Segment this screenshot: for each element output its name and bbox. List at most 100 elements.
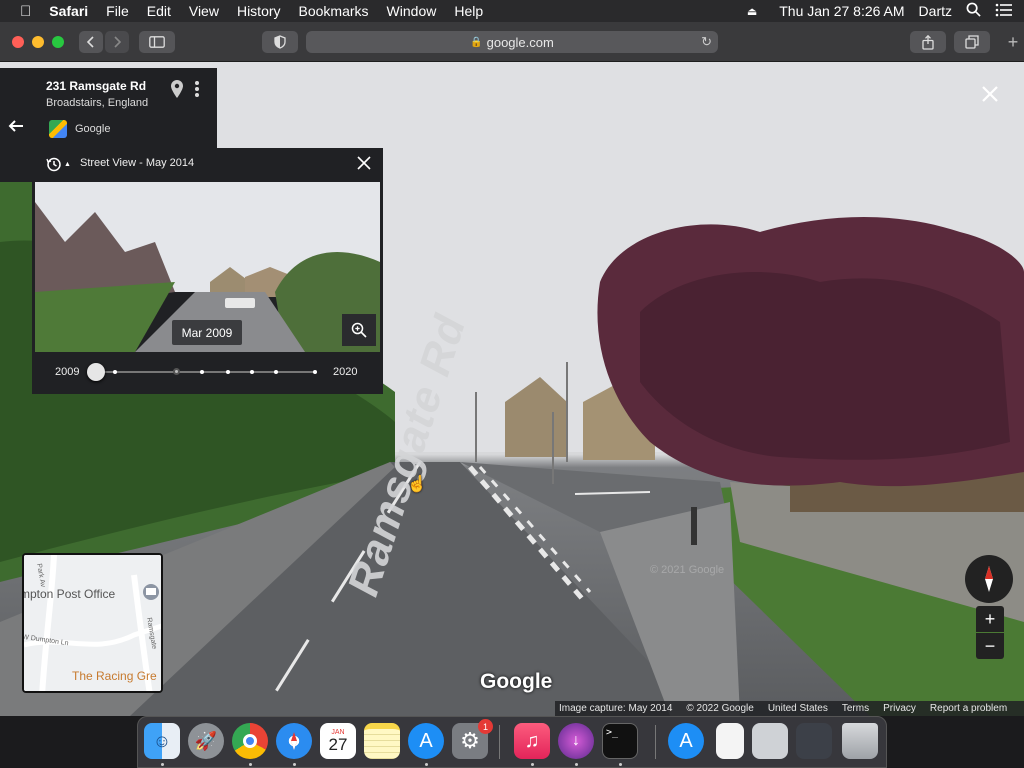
screenshot-stack-icon[interactable]: [752, 723, 788, 759]
google-watermark: Google: [480, 670, 553, 693]
slider-thumb[interactable]: [87, 363, 105, 381]
close-icon: [357, 156, 371, 170]
spotlight-search-icon[interactable]: [966, 2, 981, 20]
lock-icon: 🔒: [470, 36, 483, 48]
clock[interactable]: Thu Jan 27 8:26 AM: [779, 3, 904, 19]
notification-badge: 1: [478, 719, 493, 734]
address-text: google.com: [486, 34, 554, 50]
menu-view[interactable]: View: [189, 3, 219, 19]
copyright-text: © 2022 Google: [686, 703, 754, 714]
calendar-icon[interactable]: JAN 27: [320, 723, 356, 759]
menu-app-name[interactable]: Safari: [49, 3, 88, 19]
browser-toolbar: 🔒 google.com ↻ +: [0, 22, 1024, 62]
reload-icon[interactable]: ↻: [701, 34, 712, 50]
user-name[interactable]: Dartz: [919, 3, 952, 19]
more-options-button[interactable]: [195, 80, 205, 100]
running-indicator: [531, 763, 534, 766]
menu-file[interactable]: File: [106, 3, 129, 19]
street-view-timeline-panel: ▲ Street View - May 2014 Mar 2009 2009 2…: [32, 148, 383, 394]
sidebar-toggle-button[interactable]: [139, 31, 175, 53]
chrome-icon[interactable]: [232, 723, 268, 759]
close-timeline-button[interactable]: [356, 155, 374, 173]
minimap-label-racing-greyhound: The Racing Gre: [72, 669, 157, 683]
address-bar[interactable]: 🔒 google.com ↻: [306, 31, 718, 53]
slider-tick[interactable]: [173, 368, 180, 375]
menu-edit[interactable]: Edit: [147, 3, 171, 19]
hand-cursor-icon: ☝: [407, 476, 427, 493]
zoom-in-icon: [351, 322, 367, 338]
menu-window[interactable]: Window: [387, 3, 437, 19]
downloads-stack-icon[interactable]: [796, 723, 832, 759]
back-arrow-button[interactable]: [6, 116, 26, 136]
calendar-day: 27: [328, 734, 348, 754]
menu-bar:  Safari File Edit View History Bookmark…: [0, 0, 1024, 22]
google-maps-logo-icon: [49, 120, 67, 138]
forward-button[interactable]: [105, 31, 129, 53]
map-pin-button[interactable]: [171, 80, 187, 100]
place-info-card: 231 Ramsgate Rd Broadstairs, England Goo…: [32, 68, 217, 150]
app-store-icon[interactable]: A: [408, 723, 444, 759]
back-button[interactable]: [79, 31, 103, 53]
launchpad-icon[interactable]: 🚀: [188, 723, 224, 759]
menu-help[interactable]: Help: [454, 3, 483, 19]
running-indicator: [249, 763, 252, 766]
eject-icon[interactable]: ⏏: [747, 5, 757, 18]
place-subtitle: Broadstairs, England: [46, 97, 149, 109]
dock-divider: [499, 725, 500, 759]
slider-tick[interactable]: [113, 369, 117, 374]
trash-icon[interactable]: [842, 723, 878, 759]
image-capture-date: Image capture: May 2014: [559, 703, 673, 714]
zoom-in-button[interactable]: +: [976, 606, 1004, 632]
post-office-icon: [144, 583, 159, 598]
privacy-link[interactable]: Privacy: [883, 703, 916, 714]
minimap[interactable]: Park Av mpton Post Office Ramsgate W Dum…: [22, 553, 163, 693]
minimap-label-post-office: mpton Post Office: [22, 587, 116, 601]
preview-zoom-button[interactable]: [342, 314, 376, 346]
minimize-window-button[interactable]: [32, 36, 44, 48]
map-pin-icon: [171, 80, 183, 98]
close-icon: [982, 86, 998, 102]
preview-date-label: Mar 2009: [172, 320, 242, 345]
back-arrow-icon: [8, 120, 23, 132]
menu-history[interactable]: History: [237, 3, 281, 19]
safari-icon[interactable]: [276, 723, 312, 759]
terms-link[interactable]: Terms: [842, 703, 869, 714]
tab-overview-button[interactable]: [954, 31, 990, 53]
timeline-end-year: 2020: [333, 366, 358, 378]
place-title: 231 Ramsgate Rd: [46, 79, 147, 93]
terminal-icon[interactable]: >_: [602, 723, 638, 759]
history-toggle-button[interactable]: ▲: [46, 156, 71, 172]
app-store-folder-icon[interactable]: A: [668, 723, 704, 759]
apple-menu-icon[interactable]: : [20, 3, 31, 20]
caret-up-icon: ▲: [64, 160, 71, 168]
timeline-header: Street View - May 2014: [80, 157, 195, 169]
google-brand-label: Google: [75, 123, 111, 135]
zoom-out-button[interactable]: −: [976, 633, 1004, 659]
slider-tick[interactable]: [250, 369, 254, 374]
slider-tick[interactable]: [200, 369, 204, 374]
new-tab-button[interactable]: +: [1002, 31, 1024, 53]
music-icon[interactable]: ♫: [514, 723, 550, 759]
document-icon[interactable]: [716, 723, 744, 759]
slider-tick[interactable]: [313, 369, 317, 374]
downloads-icon[interactable]: ↓: [558, 723, 594, 759]
control-center-icon[interactable]: [995, 3, 1012, 20]
timeline-preview-image[interactable]: Mar 2009: [35, 182, 380, 352]
close-window-button[interactable]: [12, 36, 24, 48]
compass-button[interactable]: [965, 555, 1013, 603]
timeline-slider[interactable]: [87, 363, 317, 381]
slider-tick[interactable]: [226, 369, 230, 374]
zoom-window-button[interactable]: [52, 36, 64, 48]
notes-icon[interactable]: [364, 723, 400, 759]
close-street-view-button[interactable]: [976, 80, 1004, 108]
share-button[interactable]: [910, 31, 946, 53]
running-indicator: [161, 763, 164, 766]
slider-tick[interactable]: [274, 369, 278, 374]
compass-icon: [985, 566, 993, 592]
region-link[interactable]: United States: [768, 703, 828, 714]
running-indicator: [425, 763, 428, 766]
privacy-shield-button[interactable]: [262, 31, 298, 53]
menu-bookmarks[interactable]: Bookmarks: [299, 3, 369, 19]
report-problem-link[interactable]: Report a problem: [930, 703, 1007, 714]
finder-icon[interactable]: ☺: [144, 723, 180, 759]
